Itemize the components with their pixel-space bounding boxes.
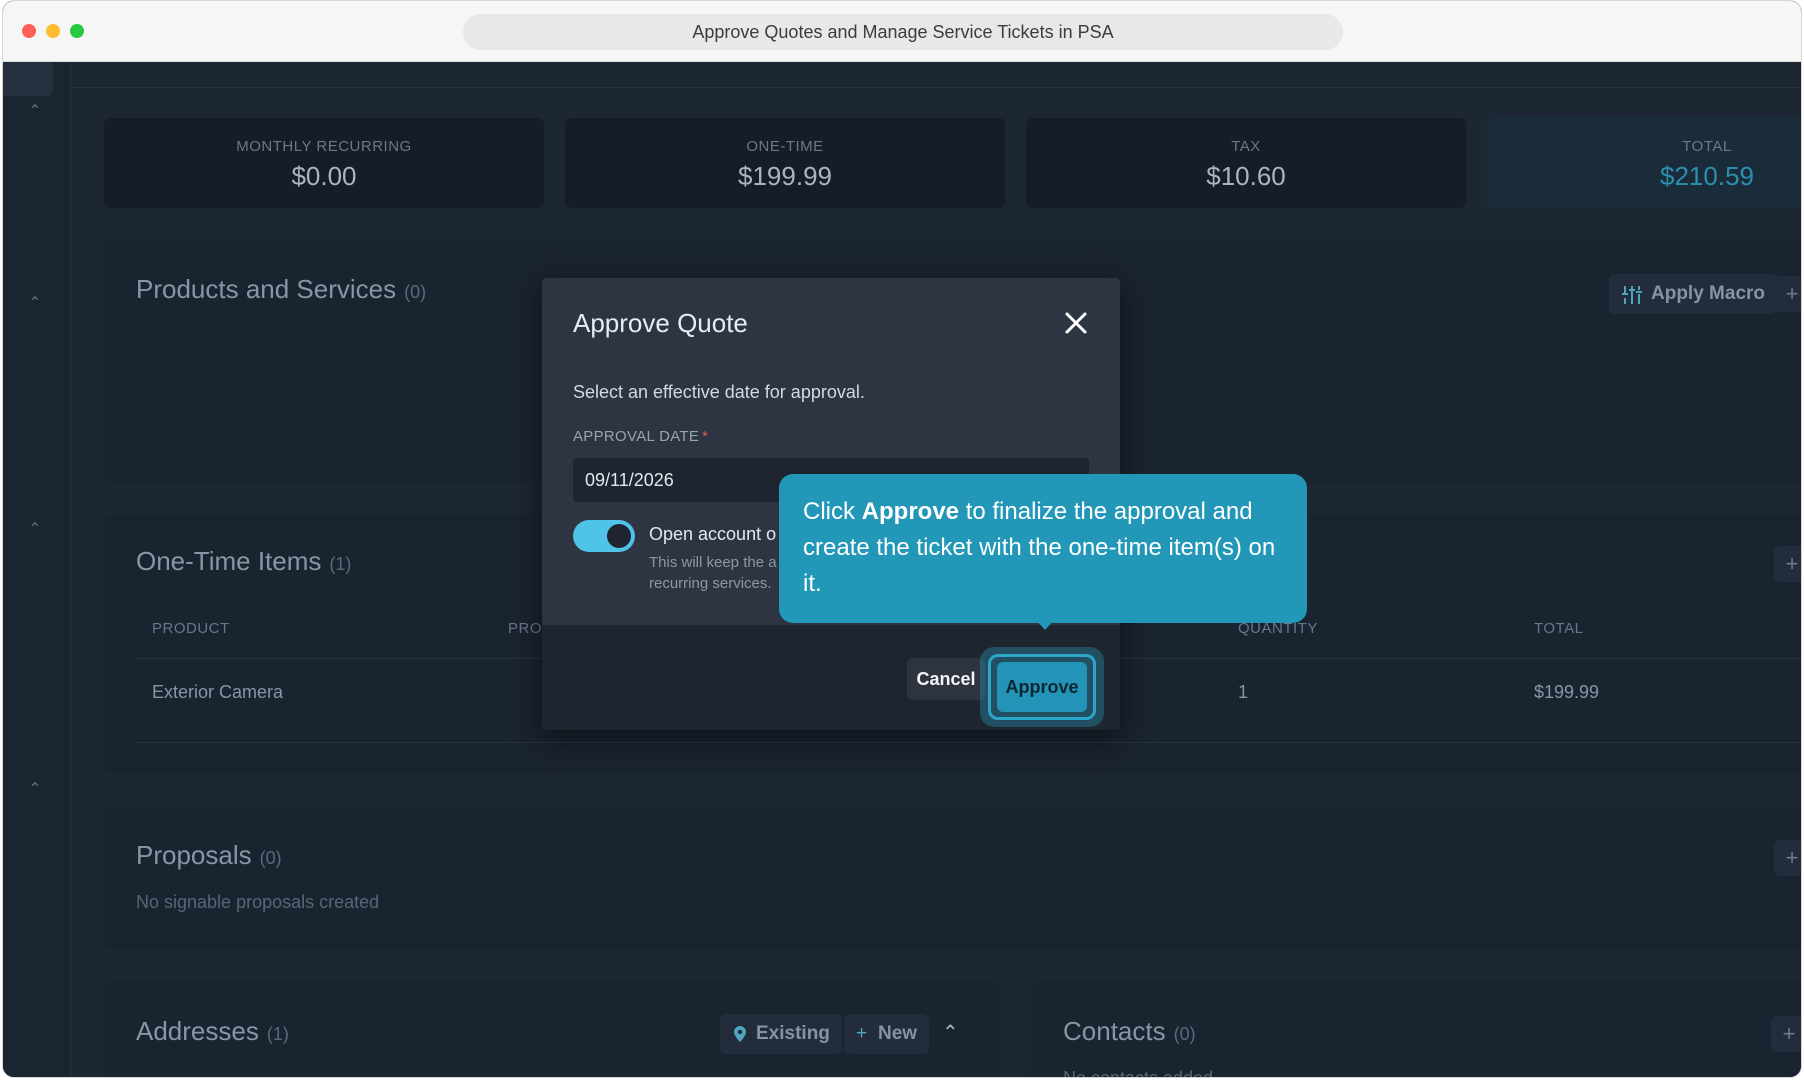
add-proposal-button[interactable]: + <box>1774 840 1801 876</box>
required-mark: * <box>702 428 709 445</box>
window-title: Approve Quotes and Manage Service Ticket… <box>463 14 1343 50</box>
contacts-card: Contacts (0) No contacts added + <box>1031 982 1801 1078</box>
stat-total: TOTAL $210.59 <box>1487 118 1801 208</box>
proposals-card: Proposals (0) No signable proposals creat… <box>104 808 1801 950</box>
add-one-time-item-button[interactable]: + <box>1774 546 1801 582</box>
chevron-up-icon[interactable]: ⌃ <box>25 102 45 122</box>
card-title-text: Addresses <box>136 1016 259 1046</box>
empty-state-text: No signable proposals created <box>136 892 380 912</box>
card-title-text: Contacts <box>1063 1016 1166 1046</box>
card-title-text: Products and Services <box>136 274 397 304</box>
toggle-knob <box>607 524 631 548</box>
addresses-card: Addresses (1) Existing + New ⌃ <box>104 982 1000 1077</box>
macro-icon <box>1622 286 1642 304</box>
card-title: Proposals (0) <box>136 840 282 871</box>
card-title: Products and Services (0) <box>136 274 426 305</box>
new-label: New <box>878 1023 918 1044</box>
add-contact-button[interactable]: + <box>1771 1016 1801 1052</box>
card-title: One-Time Items (1) <box>136 546 351 577</box>
cell-total: $199.99 <box>1534 682 1600 702</box>
chevron-up-icon[interactable]: ⌃ <box>25 780 45 800</box>
approve-button[interactable]: Approve <box>997 662 1087 712</box>
chevron-up-icon[interactable]: ⌃ <box>942 1020 959 1045</box>
open-account-toggle[interactable] <box>573 520 635 552</box>
card-title-text: Proposals <box>136 840 252 870</box>
add-product-button[interactable]: + <box>1774 276 1801 312</box>
approval-date-label: APPROVAL DATE * <box>573 428 708 445</box>
stat-label: TOTAL <box>1682 138 1732 155</box>
stat-one-time: ONE-TIME $199.99 <box>565 118 1005 208</box>
apply-macro-button[interactable]: Apply Macro <box>1609 274 1778 314</box>
card-title: Contacts (0) <box>1063 1016 1196 1047</box>
card-title: Addresses (1) <box>136 1016 289 1047</box>
close-icon[interactable] <box>1061 308 1091 338</box>
card-title-text: One-Time Items <box>136 546 322 576</box>
chevron-up-icon[interactable]: ⌃ <box>25 520 45 540</box>
toggle-label: Open account o <box>649 524 777 544</box>
stat-monthly-recurring: MONTHLY RECURRING $0.00 <box>104 118 544 208</box>
card-count: (0) <box>404 282 427 302</box>
map-pin-icon <box>734 1026 746 1042</box>
approval-date-label-text: APPROVAL DATE <box>573 428 700 445</box>
dialog-footer: Cancel Approve <box>542 625 1120 730</box>
close-window-button[interactable] <box>22 24 36 38</box>
apply-macro-label: Apply Macro <box>1651 283 1766 304</box>
dialog-title: Approve Quote <box>573 308 748 338</box>
card-count: (1) <box>329 554 352 574</box>
column-header-product: PRODUCT <box>152 620 230 637</box>
column-header-total: TOTAL <box>1534 620 1584 637</box>
dialog-description: Select an effective date for approval. <box>573 382 865 402</box>
plus-icon: + <box>856 1023 868 1044</box>
chevron-up-icon[interactable]: ⌃ <box>25 294 45 314</box>
divider <box>71 87 1801 88</box>
tooltip-bold: Approve <box>861 498 960 525</box>
stat-label: ONE-TIME <box>746 138 824 155</box>
cell-product: Exterior Camera <box>152 682 284 702</box>
rail-top-item[interactable] <box>3 62 53 96</box>
cancel-button[interactable]: Cancel <box>907 658 985 700</box>
stat-tax: TAX $10.60 <box>1026 118 1466 208</box>
card-count: (0) <box>259 848 282 868</box>
stat-label: MONTHLY RECURRING <box>236 138 412 155</box>
divider <box>136 742 1801 743</box>
tooltip-arrow <box>1036 620 1054 630</box>
stat-value: $210.59 <box>1660 161 1754 191</box>
guide-tooltip: Click Approve to finalize the approval a… <box>779 474 1307 623</box>
cell-quantity: 1 <box>1238 682 1249 702</box>
minimize-window-button[interactable] <box>46 24 60 38</box>
toggle-help-text: This will keep the a recurring services. <box>649 554 777 592</box>
new-address-button[interactable]: + New <box>844 1014 930 1054</box>
stat-value: $199.99 <box>738 161 832 191</box>
empty-state-text: No contacts added <box>1063 1068 1214 1078</box>
card-count: (0) <box>1173 1024 1196 1044</box>
title-bar: Approve Quotes and Manage Service Ticket… <box>3 1 1801 62</box>
left-rail: ⌃ ⌃ ⌃ ⌃ <box>3 62 71 1077</box>
existing-label: Existing <box>756 1023 830 1044</box>
stat-value: $0.00 <box>291 161 357 191</box>
tooltip-prefix: Click <box>803 498 862 525</box>
stat-label: TAX <box>1231 138 1261 155</box>
existing-address-button[interactable]: Existing <box>720 1014 842 1054</box>
maximize-window-button[interactable] <box>70 24 84 38</box>
card-count: (1) <box>266 1024 289 1044</box>
stat-value: $10.60 <box>1206 161 1286 191</box>
